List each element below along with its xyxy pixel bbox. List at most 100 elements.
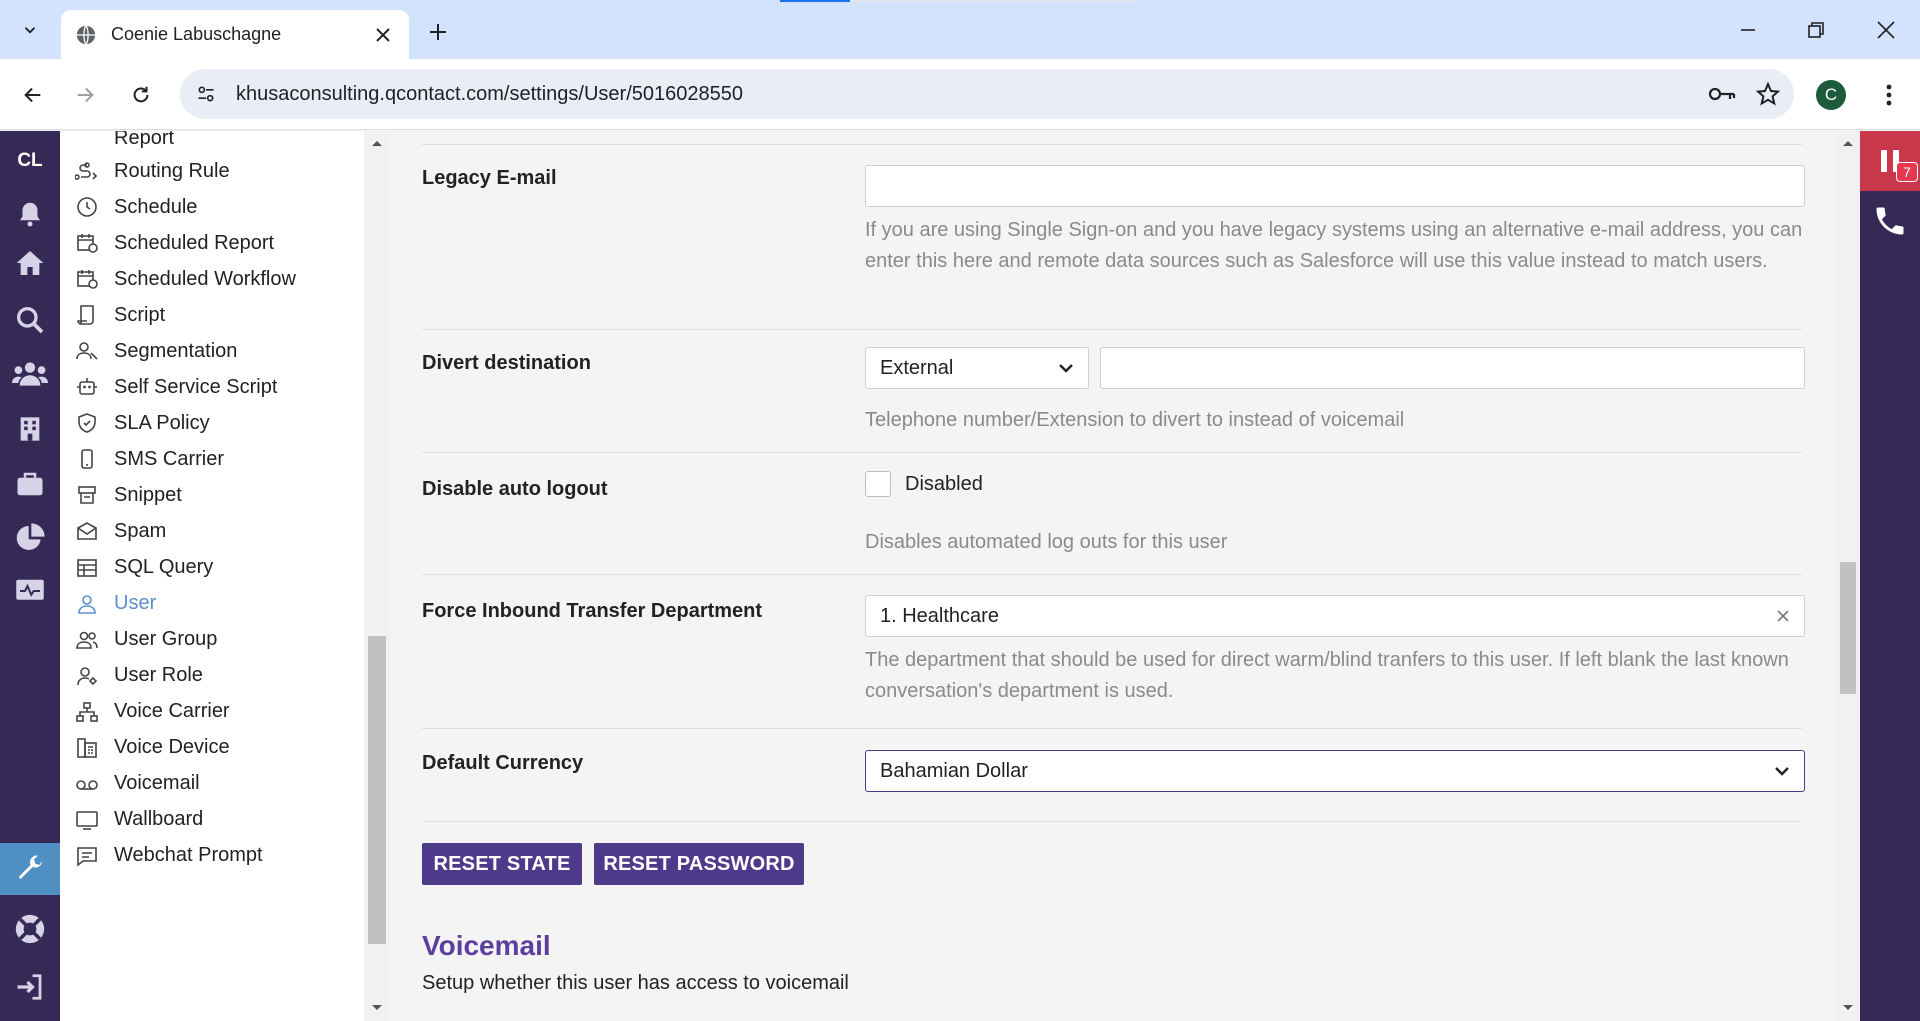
sidebar-item-user-role[interactable]: User Role	[74, 656, 203, 696]
sla-icon	[74, 410, 100, 436]
sidebar-item-self-service-script[interactable]: Self Service Script	[74, 367, 277, 407]
divert-type-select[interactable]: External	[865, 347, 1089, 389]
sidebar-item-script[interactable]: Script	[74, 295, 165, 335]
briefcase-icon	[17, 472, 43, 496]
browser-tab-bar: Coenie Labuschagne	[0, 0, 1920, 59]
default-currency-select[interactable]: Bahamian Dollar	[865, 750, 1805, 792]
pause-button[interactable]	[1860, 131, 1920, 191]
softphone-dock: 7	[1860, 131, 1920, 1021]
back-button[interactable]	[14, 76, 52, 114]
sidebar-item-label: Wallboard	[114, 808, 204, 831]
sidebar-item-label: Webchat Prompt	[114, 844, 263, 867]
profile-avatar[interactable]: C	[1816, 80, 1846, 110]
sidebar-item-webchat-prompt[interactable]: Webchat Prompt	[74, 836, 263, 876]
sidebar-item-sla-policy[interactable]: SLA Policy	[74, 403, 210, 443]
sidebar-item-voicemail[interactable]: Voicemail	[74, 764, 200, 804]
calendar-clock-icon	[74, 230, 100, 256]
restore-button[interactable]	[1782, 0, 1850, 59]
sidebar-item-label: Snippet	[114, 483, 182, 506]
main-scroll-thumb[interactable]	[1840, 562, 1856, 694]
pie-chart-icon	[16, 523, 45, 550]
divert-destination-input[interactable]	[1100, 347, 1805, 389]
settings-button[interactable]	[0, 843, 60, 895]
help-button[interactable]	[0, 906, 60, 952]
wallboard-button[interactable]	[0, 568, 60, 614]
browser-tab[interactable]: Coenie Labuschagne	[61, 10, 409, 59]
sidebar-item-routing-rule[interactable]: Routing Rule	[74, 151, 230, 191]
force-transfer-help: The department that should be used for d…	[865, 649, 1789, 702]
tab-close-button[interactable]	[371, 23, 395, 47]
sidebar-item-segmentation[interactable]: Segmentation	[74, 331, 237, 371]
new-tab-button[interactable]	[420, 14, 456, 50]
sidebar-item-voice-carrier[interactable]: Voice Carrier	[74, 692, 230, 732]
logout-button[interactable]	[0, 964, 60, 1010]
sidebar-item-user[interactable]: User	[74, 584, 156, 624]
clear-icon[interactable]	[1776, 609, 1790, 623]
user-initials-avatar[interactable]: CL	[0, 131, 60, 191]
site-info-button[interactable]	[186, 74, 226, 114]
sidebar-item-report[interactable]: Report	[74, 131, 174, 153]
search-button[interactable]	[0, 297, 60, 343]
scroll-down-icon	[372, 1005, 382, 1010]
voicemail-section-subtitle: Setup whether this user has access to vo…	[422, 972, 849, 994]
forward-button[interactable]	[66, 76, 104, 114]
cases-button[interactable]	[0, 461, 60, 507]
tab-strip-indicator	[780, 0, 850, 2]
reset-state-button[interactable]: RESET STATE	[422, 843, 582, 885]
building-icon	[20, 417, 40, 441]
sidebar-item-scheduled-workflow[interactable]: Scheduled Workflow	[74, 259, 296, 299]
home-button[interactable]	[0, 240, 60, 286]
reports-button[interactable]	[0, 515, 60, 561]
chevron-down-icon	[1775, 767, 1789, 776]
phone-button[interactable]	[1860, 191, 1920, 251]
tab-strip-indicator-track	[850, 0, 1140, 2]
password-key-button[interactable]	[1702, 74, 1742, 114]
sidebar-item-wallboard[interactable]: Wallboard	[74, 800, 203, 840]
chat-icon	[74, 843, 100, 869]
sidebar-item-spam[interactable]: Spam	[74, 512, 166, 552]
minimize-button[interactable]	[1714, 0, 1782, 59]
address-bar[interactable]: khusaconsulting.qcontact.com/settings/Us…	[180, 69, 1794, 119]
auto-logout-checkbox[interactable]	[865, 471, 891, 497]
force-transfer-select[interactable]: 1. Healthcare	[865, 595, 1805, 637]
bookmark-button[interactable]	[1748, 74, 1788, 114]
sidebar-item-sql-query[interactable]: SQL Query	[74, 548, 213, 588]
voicemail-icon	[74, 771, 100, 797]
scroll-up-icon	[372, 141, 382, 146]
browser-menu-button[interactable]	[1870, 76, 1908, 114]
bell-icon	[20, 202, 40, 227]
wallboard-icon	[74, 807, 100, 833]
tab-search-button[interactable]	[10, 10, 50, 50]
legacy-email-input[interactable]	[865, 165, 1805, 207]
reload-icon	[133, 86, 149, 103]
key-icon	[1708, 87, 1736, 101]
spam-icon	[74, 519, 100, 545]
url-text[interactable]: khusaconsulting.qcontact.com/settings/Us…	[236, 83, 1702, 106]
reload-button[interactable]	[122, 76, 160, 114]
plus-icon	[430, 24, 446, 40]
reset-password-button[interactable]: RESET PASSWORD	[594, 843, 804, 885]
more-vertical-icon	[1886, 84, 1892, 106]
contacts-button[interactable]	[0, 351, 60, 397]
sidebar-item-schedule[interactable]: Schedule	[74, 187, 197, 227]
auto-logout-checkbox-label[interactable]: Disabled	[905, 473, 983, 496]
globe-icon	[76, 24, 96, 45]
sidebar-item-label: Scheduled Report	[114, 231, 275, 254]
sidebar-item-label: Report	[114, 131, 175, 149]
network-icon	[74, 699, 100, 725]
sidebar-item-user-group[interactable]: User Group	[74, 620, 217, 660]
script-icon	[74, 302, 100, 328]
default-currency-value: Bahamian Dollar	[880, 759, 1028, 782]
window-close-button[interactable]	[1852, 0, 1920, 59]
sidebar-item-scheduled-report[interactable]: Scheduled Report	[74, 223, 274, 263]
sidebar-item-label: Routing Rule	[114, 159, 230, 182]
sidebar-item-sms-carrier[interactable]: SMS Carrier	[74, 439, 224, 479]
notifications-button[interactable]	[0, 191, 60, 237]
sidebar-scroll-thumb[interactable]	[368, 636, 386, 944]
accounts-button[interactable]	[0, 406, 60, 452]
sidebar-item-voice-device[interactable]: Voice Device	[74, 728, 230, 768]
sidebar-item-snippet[interactable]: Snippet	[74, 475, 182, 515]
sidebar-item-label: Schedule	[114, 195, 198, 218]
disable-auto-logout-help: Disables automated log outs for this use…	[865, 531, 1228, 553]
calendar-clock-icon	[74, 266, 100, 292]
